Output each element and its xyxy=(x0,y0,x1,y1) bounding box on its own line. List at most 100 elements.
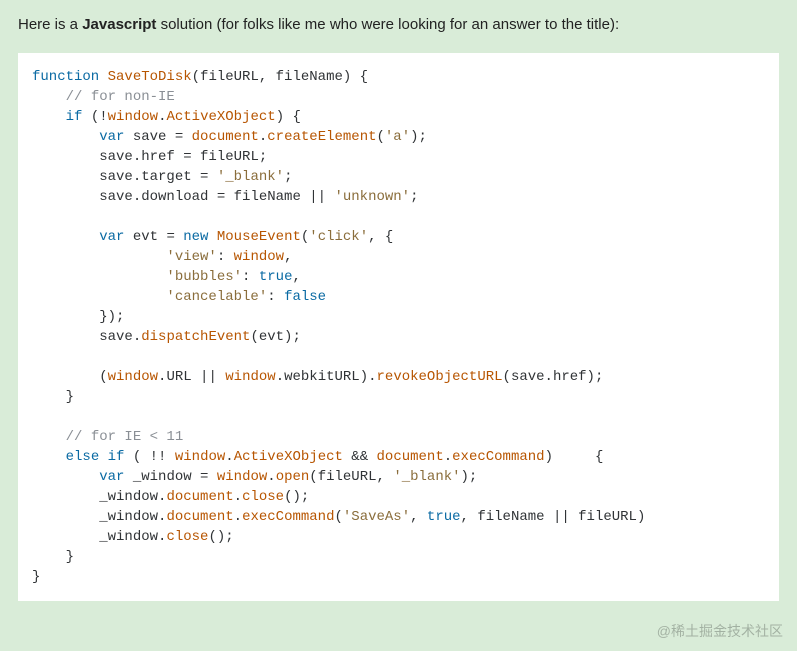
intro-text: Here is a Javascript solution (for folks… xyxy=(0,0,797,45)
code-line: // for non-IE xyxy=(32,89,175,105)
code-token-str: 'unknown' xyxy=(334,189,410,205)
watermark: @稀土掘金技术社区 xyxy=(657,621,783,641)
code-token-punct: ) { xyxy=(276,109,301,125)
code-line: _window.document.close(); xyxy=(32,489,309,505)
code-token-punct: . xyxy=(234,509,242,525)
code-token-punct: (); xyxy=(208,529,233,545)
code-token-punct: . xyxy=(444,449,452,465)
code-token-kw: if xyxy=(108,449,125,465)
code-line: } xyxy=(32,389,74,405)
code-token-punct: save.href = fileURL; xyxy=(99,149,267,165)
code-token-fn: window xyxy=(225,369,275,385)
code-token-fn: dispatchEvent xyxy=(141,329,250,345)
code-token-fn: revokeObjectURL xyxy=(377,369,503,385)
code-token-kw: new xyxy=(183,229,208,245)
code-token-str: 'cancelable' xyxy=(166,289,267,305)
code-token-fn: close xyxy=(166,529,208,545)
code-token-fn: close xyxy=(242,489,284,505)
code-line: var _window = window.open(fileURL, '_bla… xyxy=(32,469,477,485)
code-line: save.target = '_blank'; xyxy=(32,169,292,185)
code-line: save.href = fileURL; xyxy=(32,149,267,165)
code-token-punct: } xyxy=(32,569,40,585)
code-token-kw: function xyxy=(32,69,99,85)
code-token-str: '_blank' xyxy=(393,469,460,485)
code-line: }); xyxy=(32,309,124,325)
intro-pre: Here is a xyxy=(18,16,82,33)
code-token-punct: ); xyxy=(410,129,427,145)
code-token-punct: ; xyxy=(284,169,292,185)
code-token-punct: : xyxy=(217,249,234,265)
code-token-str: '_blank' xyxy=(217,169,284,185)
code-token-cmt: // for non-IE xyxy=(66,89,175,105)
code-token-fn: createElement xyxy=(267,129,376,145)
code-line: function SaveToDisk(fileURL, fileName) { xyxy=(32,69,368,85)
code-token-fn: window xyxy=(175,449,225,465)
code-token-punct: ) { xyxy=(545,449,604,465)
code-line: save.dispatchEvent(evt); xyxy=(32,329,301,345)
code-token-punct: , fileName || fileURL) xyxy=(461,509,646,525)
code-token-fn: execCommand xyxy=(452,449,544,465)
code-block: function SaveToDisk(fileURL, fileName) {… xyxy=(18,53,779,601)
code-token-punct: (fileURL, xyxy=(309,469,393,485)
code-token-kw: true xyxy=(259,269,293,285)
code-token-punct: ( xyxy=(334,509,342,525)
code-token-fn: document xyxy=(166,489,233,505)
code-token-str: 'SaveAs' xyxy=(343,509,410,525)
code-token-fn: SaveToDisk xyxy=(108,69,192,85)
code-line: } xyxy=(32,549,74,565)
code-token-punct: _window. xyxy=(99,489,166,505)
code-token-punct: .URL || xyxy=(158,369,225,385)
code-token-str: 'a' xyxy=(385,129,410,145)
code-token-punct: .webkitURL). xyxy=(276,369,377,385)
code-token-punct: , xyxy=(284,249,292,265)
code-line: else if ( !! window.ActiveXObject && doc… xyxy=(32,449,603,465)
code-token-punct xyxy=(99,69,107,85)
code-token-punct: ); xyxy=(461,469,478,485)
code-line: 'view': window, xyxy=(32,249,292,265)
code-token-punct: (! xyxy=(82,109,107,125)
code-token-punct: save. xyxy=(99,329,141,345)
code-token-punct: } xyxy=(66,389,74,405)
code-token-fn: window xyxy=(108,369,158,385)
code-token-fn: window xyxy=(234,249,284,265)
code-token-punct: (fileURL, fileName) { xyxy=(192,69,368,85)
code-token-fn: ActiveXObject xyxy=(166,109,275,125)
code-token-kw: var xyxy=(99,469,124,485)
code-line: 'cancelable': false xyxy=(32,289,326,305)
code-token-str: 'bubbles' xyxy=(166,269,242,285)
code-token-punct: save.download = fileName || xyxy=(99,189,334,205)
code-token-kw: else xyxy=(66,449,100,465)
code-line: save.download = fileName || 'unknown'; xyxy=(32,189,419,205)
code-token-punct: , { xyxy=(368,229,393,245)
code-token-punct: _window. xyxy=(99,529,166,545)
code-token-kw: var xyxy=(99,129,124,145)
intro-bold: Javascript xyxy=(82,16,156,33)
code-token-punct xyxy=(208,229,216,245)
code-token-punct: (); xyxy=(284,489,309,505)
code-token-punct xyxy=(99,449,107,465)
code-token-str: 'click' xyxy=(309,229,368,245)
code-token-punct: evt = xyxy=(124,229,183,245)
code-token-punct: (save.href); xyxy=(503,369,604,385)
code-token-punct: _window. xyxy=(99,509,166,525)
code-token-cmt: // for IE < 11 xyxy=(66,429,184,445)
intro-post: solution (for folks like me who were loo… xyxy=(156,16,619,33)
code-token-str: 'view' xyxy=(166,249,216,265)
code-token-fn: document xyxy=(377,449,444,465)
code-token-punct: }); xyxy=(99,309,124,325)
code-token-fn: open xyxy=(276,469,310,485)
code-token-punct: save = xyxy=(124,129,191,145)
code-line: _window.close(); xyxy=(32,529,234,545)
code-line: 'bubbles': true, xyxy=(32,269,301,285)
code-line: if (!window.ActiveXObject) { xyxy=(32,109,301,125)
code-token-kw: true xyxy=(427,509,461,525)
code-token-kw: if xyxy=(66,109,83,125)
code-line: // for IE < 11 xyxy=(32,429,183,445)
code-token-punct: . xyxy=(267,469,275,485)
code-token-punct: . xyxy=(234,489,242,505)
code-token-punct: } xyxy=(66,549,74,565)
code-token-punct: , xyxy=(292,269,300,285)
code-line: (window.URL || window.webkitURL).revokeO… xyxy=(32,369,603,385)
code-token-fn: execCommand xyxy=(242,509,334,525)
code-token-punct: ( xyxy=(99,369,107,385)
